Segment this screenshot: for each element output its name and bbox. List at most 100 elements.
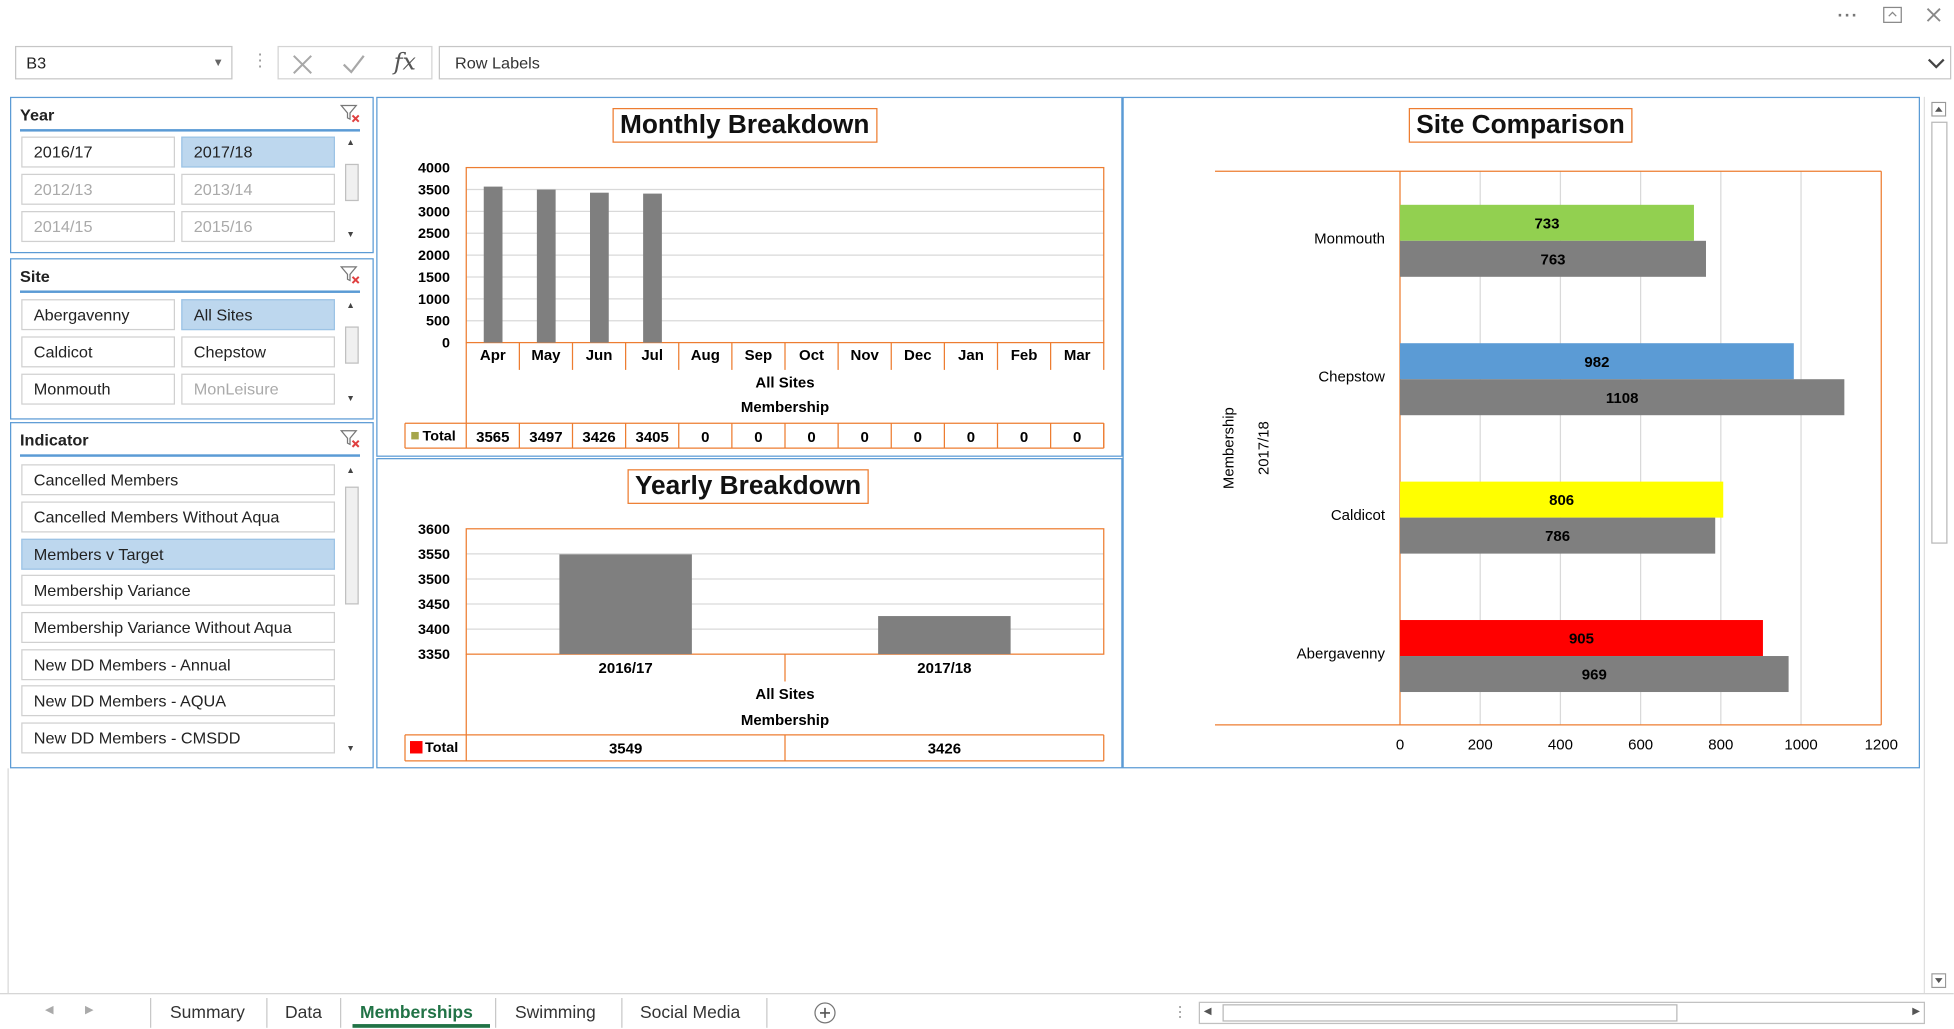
slicer-scrollbar[interactable]: ▲ ▼ [343, 136, 362, 243]
slicer-item[interactable]: Members v Target [21, 538, 335, 570]
slicer-item[interactable]: Caldicot [21, 336, 175, 368]
slicer-item[interactable]: 2017/18 [181, 136, 335, 168]
slicer-scrollbar[interactable]: ▲ ▼ [343, 299, 362, 406]
table-value: 0 [1073, 429, 1081, 446]
more-options-icon[interactable]: ··· [1838, 5, 1859, 25]
scroll-left-icon[interactable]: ◀ [1204, 1005, 1212, 1016]
ribbon-display-icon[interactable] [1883, 6, 1903, 23]
data-label: 1108 [1606, 390, 1639, 407]
clear-filter-icon[interactable] [340, 428, 360, 448]
formula-input[interactable]: Row Labels [438, 45, 1952, 80]
axis-label: All Sites [755, 374, 814, 391]
axis-label: All Sites [755, 686, 814, 703]
slicer-item[interactable]: Membership Variance [21, 574, 335, 606]
x-tick-label: Jul [641, 347, 663, 364]
scroll-thumb[interactable] [1931, 121, 1948, 544]
legend-label: Total [423, 429, 456, 445]
clear-filter-icon[interactable] [340, 103, 360, 123]
slicer-title: Indicator [20, 430, 89, 450]
slicer-item[interactable]: MonLeisure [181, 373, 335, 405]
axis-label: 2017/18 [1256, 421, 1273, 475]
table-value: 3405 [636, 429, 669, 446]
x-tick-label: Dec [904, 347, 932, 364]
tab-social-media[interactable]: Social Media [640, 1002, 740, 1029]
enter-check-icon[interactable] [341, 53, 366, 75]
table-value: 0 [754, 429, 762, 446]
monthly-breakdown-chart[interactable]: Monthly Breakdown 4000 3500 3000 2500 2000 15… [376, 96, 1123, 457]
add-sheet-icon[interactable] [814, 1002, 837, 1024]
indicator-slicer: Indicator Cancelled Members Cancelled Me… [10, 422, 374, 769]
table-value: 3497 [529, 429, 562, 446]
y-tick-label: 3000 [418, 204, 450, 220]
category-label: Caldicot [1331, 507, 1386, 524]
category-label: Monmouth [1314, 230, 1385, 247]
table-value: 3565 [476, 429, 509, 446]
slicer-item[interactable]: New DD Members - AQUA [21, 685, 335, 717]
y-tick-label: 1500 [418, 270, 450, 286]
slicer-item[interactable]: Cancelled Members [21, 464, 335, 496]
vertical-scrollbar[interactable] [1923, 96, 1952, 994]
slicer-header-rule [20, 129, 360, 132]
table-value: 0 [967, 429, 975, 446]
bar [559, 554, 692, 655]
slicer-item[interactable]: Cancelled Members Without Aqua [21, 501, 335, 533]
formula-buttons: fx [277, 45, 433, 80]
horizontal-scrollbar[interactable]: ◀ ▶ [1198, 1001, 1925, 1025]
scroll-right-icon[interactable]: ▶ [1912, 1005, 1920, 1016]
tab-swimming[interactable]: Swimming [515, 1002, 596, 1029]
close-icon[interactable] [1925, 6, 1943, 23]
slicer-item[interactable]: 2014/15 [21, 211, 175, 243]
grid-border [7, 768, 9, 994]
yearly-breakdown-chart[interactable]: Yearly Breakdown 3600 3550 3500 3450 3400 335… [376, 458, 1123, 769]
splitter-icon[interactable]: ⋮ [1173, 1003, 1188, 1020]
slicer-scrollbar[interactable]: ▲ ▼ [343, 464, 362, 756]
bar [536, 189, 556, 343]
slicer-item[interactable]: New DD Members - Annual [21, 649, 335, 681]
data-label: 969 [1582, 667, 1607, 684]
legend-label: Total [425, 740, 458, 756]
slicer-item[interactable]: 2015/16 [181, 211, 335, 243]
slicer-item[interactable]: All Sites [181, 299, 335, 331]
insert-function-icon[interactable]: fx [394, 48, 416, 75]
name-box[interactable]: B3 ▼ [15, 45, 233, 80]
x-tick-label: Jan [958, 347, 984, 364]
category-label: Abergavenny [1297, 646, 1386, 663]
site-comparison-chart[interactable]: Site Comparison 0 200 400 600 800 1000 1200 Mon… [1122, 96, 1920, 769]
slicer-item[interactable]: New DD Members - CMSDD [21, 722, 335, 754]
y-tick-label: 1000 [418, 292, 450, 308]
tab-summary[interactable]: Summary [170, 1002, 245, 1029]
axis-label: Membership [1221, 407, 1238, 489]
tab-scroll-right-icon[interactable]: ▶ [85, 1003, 94, 1017]
tab-scroll-left-icon[interactable]: ◀ [45, 1003, 54, 1017]
slicer-item[interactable]: Monmouth [21, 373, 175, 405]
slicer-item[interactable]: Abergavenny [21, 299, 175, 331]
slicer-title: Site [20, 266, 50, 286]
slicer-header-rule [20, 454, 360, 457]
slicer-item[interactable]: 2016/17 [21, 136, 175, 168]
chevron-down-icon[interactable]: ▼ [213, 56, 224, 68]
x-tick-label: 1000 [1784, 737, 1817, 754]
expand-formula-icon[interactable] [1927, 57, 1946, 69]
y-tick-label: 3350 [418, 647, 450, 663]
sheet-tab-bar: ◀ ▶ Summary Data Memberships Swimming So… [0, 993, 1954, 1029]
slicer-item[interactable]: Membership Variance Without Aqua [21, 611, 335, 643]
slicer-item[interactable]: Chepstow [181, 336, 335, 368]
clear-filter-icon[interactable] [340, 264, 360, 284]
scroll-down-icon[interactable] [1931, 973, 1947, 989]
cancel-icon[interactable] [291, 53, 314, 75]
x-tick-label: Sep [745, 347, 773, 364]
data-label: 982 [1584, 354, 1609, 371]
scroll-up-icon[interactable] [1931, 101, 1947, 117]
y-tick-label: 2000 [418, 248, 450, 264]
tab-data[interactable]: Data [285, 1002, 322, 1029]
scroll-thumb[interactable] [1222, 1004, 1678, 1022]
y-tick-label: 3450 [418, 597, 450, 613]
table-value: 0 [914, 429, 922, 446]
y-tick-label: 2500 [418, 226, 450, 242]
x-tick-label: 400 [1548, 737, 1573, 754]
site-slicer: Site Abergavenny All Sites Caldicot Chep… [10, 258, 374, 420]
bar [590, 192, 609, 343]
slicer-item[interactable]: 2012/13 [21, 173, 175, 205]
yearly-chart-plot: 3600 3550 3500 3450 3400 3350 2016/17 3549 2017/… [404, 522, 1105, 762]
slicer-item[interactable]: 2013/14 [181, 173, 335, 205]
